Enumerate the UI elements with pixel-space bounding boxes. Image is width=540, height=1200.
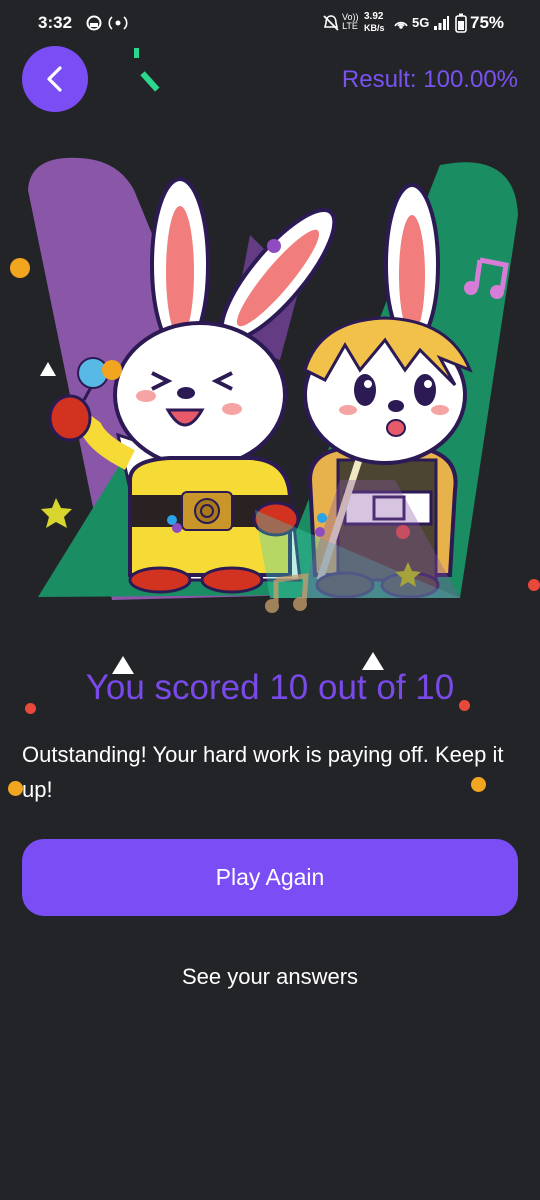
confetti-dot — [25, 703, 36, 714]
confetti-dot — [471, 777, 486, 792]
speed-unit: KB/s — [364, 23, 385, 33]
battery-icon — [455, 13, 467, 33]
hotspot-icon — [394, 21, 408, 29]
result-message: Outstanding! Your hard work is paying of… — [22, 742, 504, 802]
speed-value: 3.92 — [364, 11, 384, 22]
play-again-button[interactable]: Play Again — [22, 839, 518, 916]
volte-indicator: Vo)) LTE — [342, 12, 359, 31]
celebration-illustration — [10, 48, 540, 613]
signal-icon — [434, 16, 449, 30]
network-type: 5G — [412, 15, 430, 30]
status-time: 3:32 — [38, 13, 73, 32]
hotspot-status-icon — [108, 16, 128, 30]
battery-percent: 75% — [470, 13, 505, 32]
mute-icon — [323, 15, 339, 31]
app-notification-icon — [86, 15, 102, 31]
see-answers-link[interactable]: See your answers — [0, 964, 540, 990]
confetti-dot — [459, 700, 470, 711]
confetti-dot — [8, 781, 23, 796]
star-icon — [41, 498, 72, 528]
